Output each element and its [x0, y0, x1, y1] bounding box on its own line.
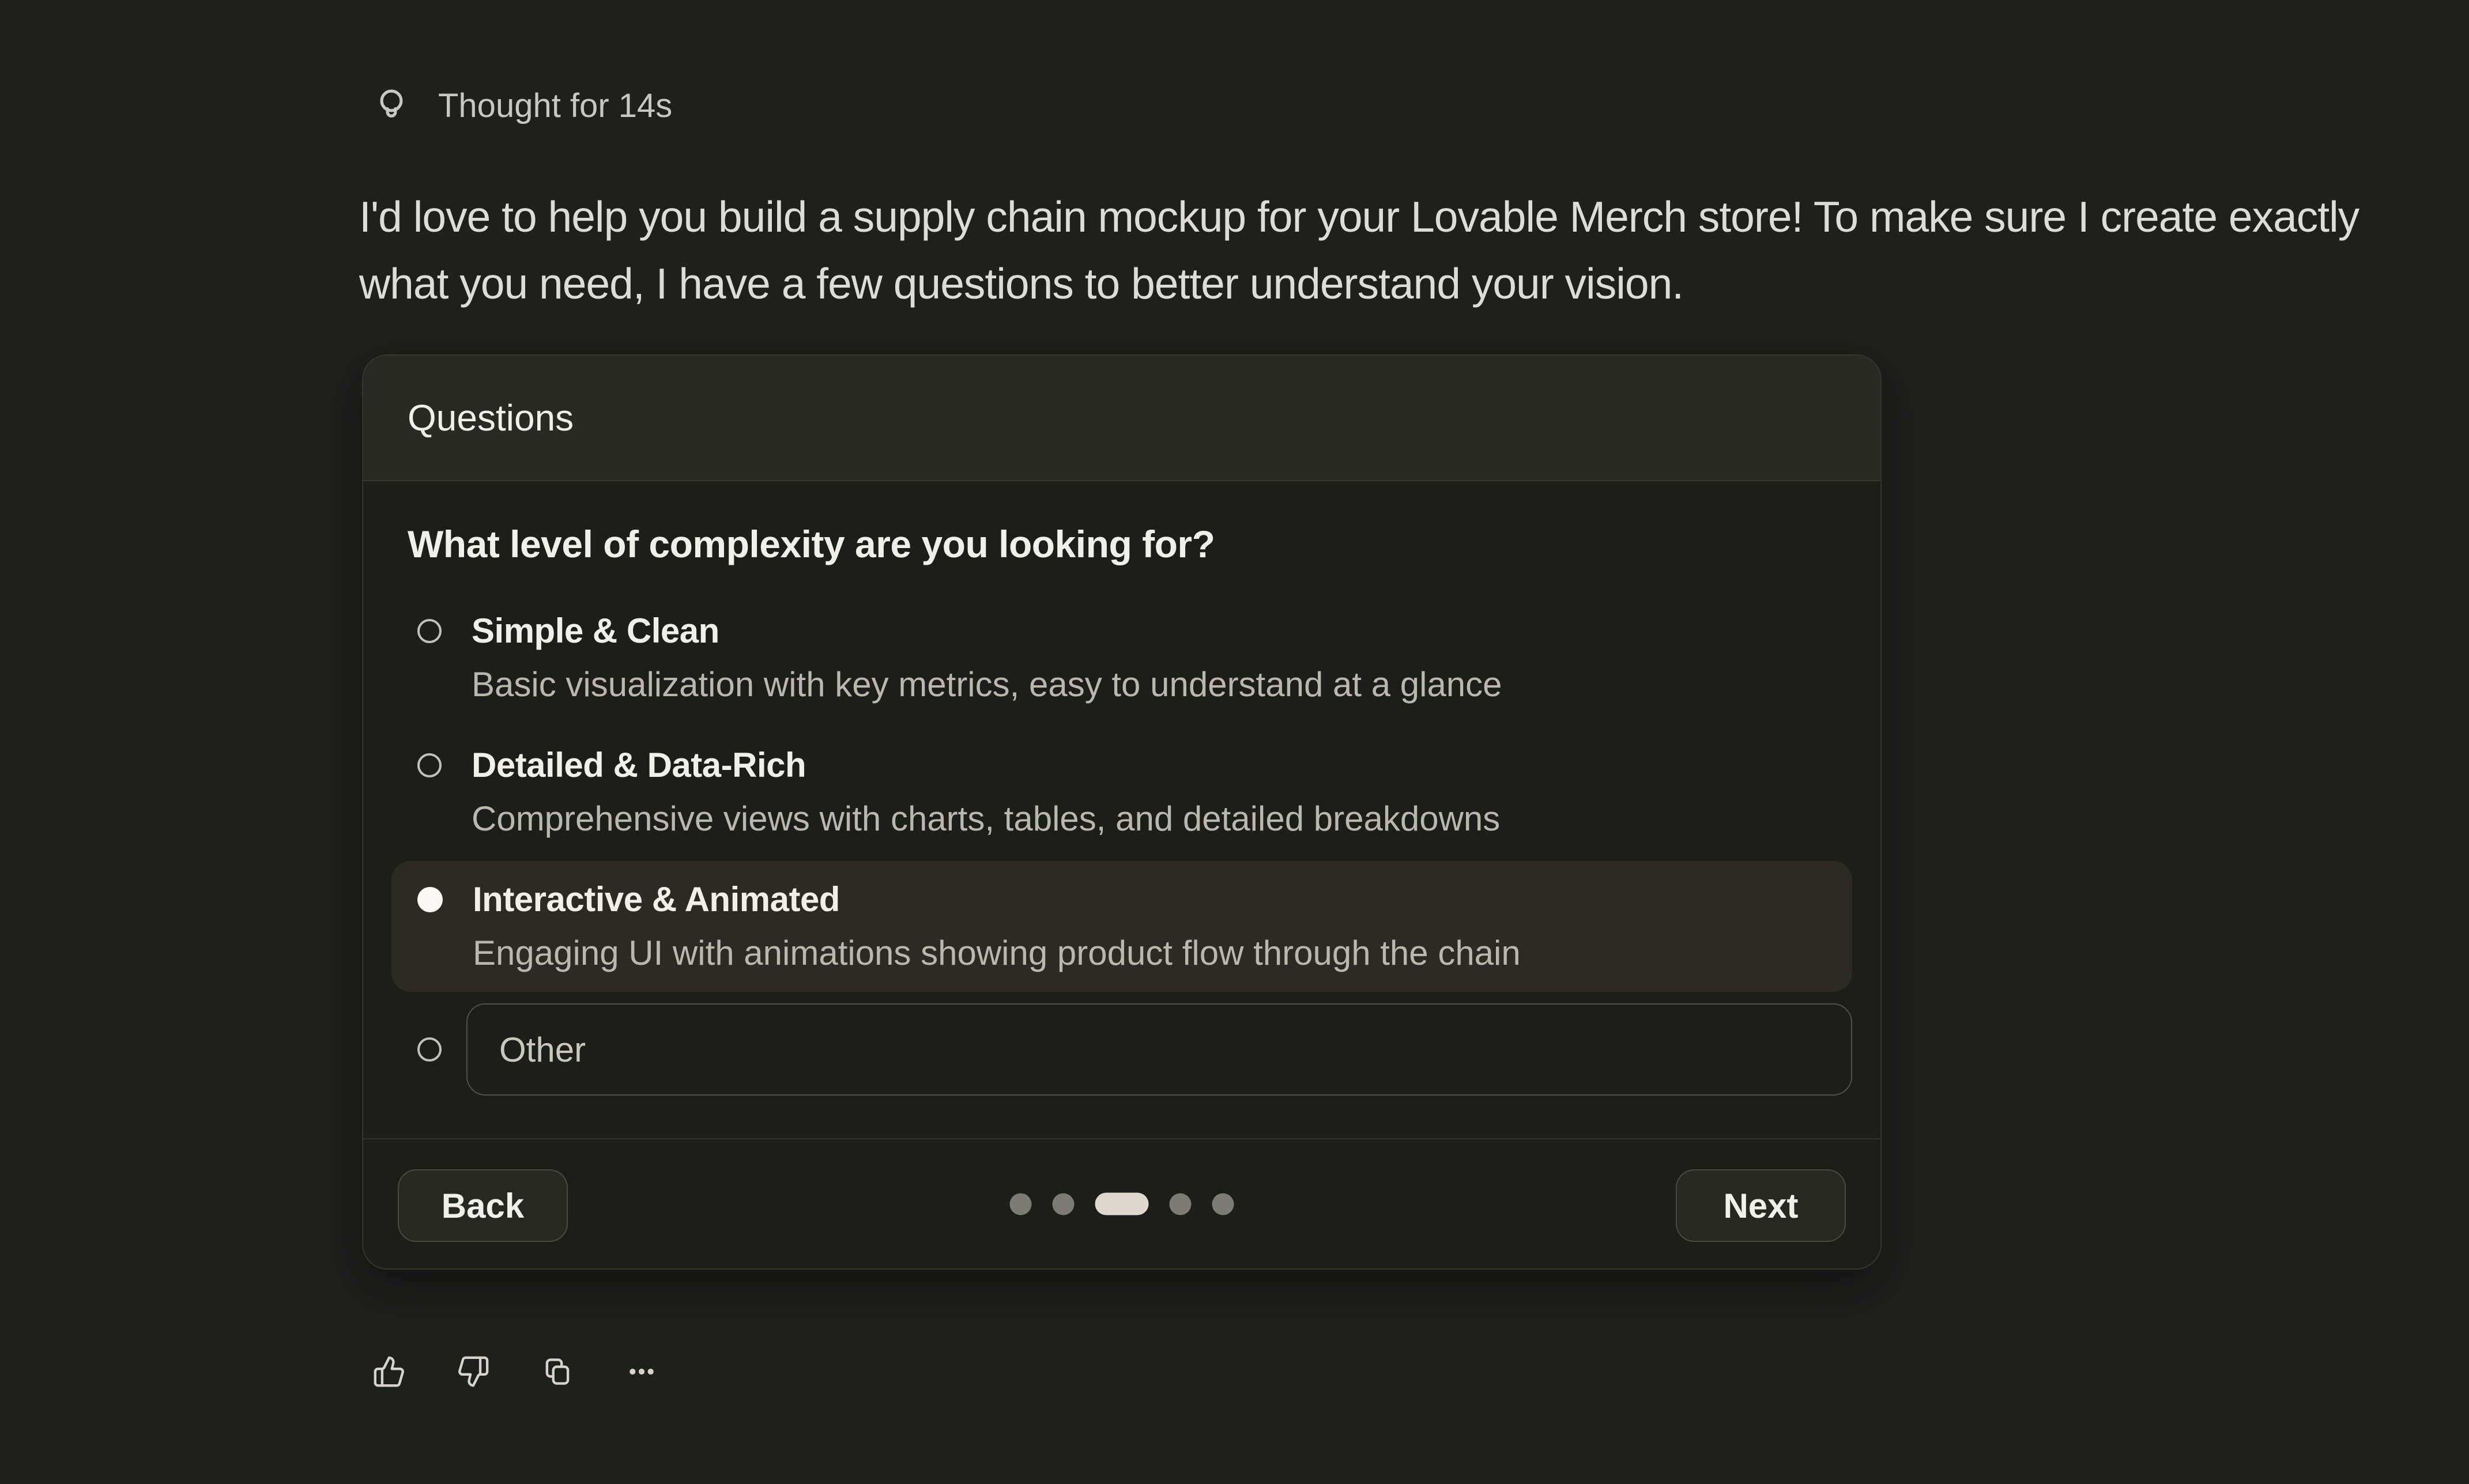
pagination-dot [1010, 1193, 1032, 1215]
thumbs-down-icon[interactable] [457, 1355, 490, 1388]
option-description: Comprehensive views with charts, tables,… [472, 799, 1500, 839]
message-actions [372, 1355, 2469, 1388]
option-detailed-data-rich[interactable]: Detailed & Data-Rich Comprehensive views… [391, 727, 1852, 858]
next-button[interactable]: Next [1676, 1169, 1846, 1242]
pagination-dot [1212, 1193, 1234, 1215]
radio-unselected-icon[interactable] [417, 753, 442, 777]
option-other[interactable] [391, 995, 1852, 1096]
back-button[interactable]: Back [398, 1169, 568, 1242]
thought-label: Thought for 14s [438, 84, 672, 129]
pagination-dot [1053, 1193, 1075, 1215]
chat-page: Thought for 14s I'd love to help you bui… [0, 0, 2469, 1484]
pagination-dot-active [1095, 1193, 1149, 1215]
option-description: Basic visualization with key metrics, ea… [472, 664, 1502, 705]
more-options-icon[interactable] [625, 1355, 658, 1388]
option-label: Detailed & Data-Rich [472, 745, 1500, 786]
questions-card: Questions What level of complexity are y… [362, 354, 1882, 1270]
thought-summary[interactable]: Thought for 14s [369, 84, 2469, 129]
option-description: Engaging UI with animations showing prod… [473, 933, 1521, 973]
questions-card-header: Questions [363, 356, 1880, 481]
option-label: Interactive & Animated [473, 879, 1521, 920]
radio-selected-icon[interactable] [417, 887, 443, 912]
radio-unselected-icon[interactable] [417, 1037, 442, 1062]
option-simple-clean[interactable]: Simple & Clean Basic visualization with … [391, 592, 1852, 723]
questions-card-footer: Back Next [363, 1138, 1880, 1268]
radio-unselected-icon[interactable] [417, 619, 442, 643]
questions-card-body: What level of complexity are you looking… [363, 481, 1880, 1138]
pagination-dots [1010, 1193, 1234, 1215]
assistant-message: I'd love to help you build a supply chai… [359, 183, 2446, 317]
copy-icon[interactable] [541, 1355, 574, 1388]
card-title: Questions [408, 397, 574, 439]
other-option-input[interactable] [466, 1003, 1852, 1096]
lightbulb-icon [369, 84, 414, 129]
pagination-dot [1170, 1193, 1192, 1215]
question-text: What level of complexity are you looking… [408, 522, 1836, 566]
option-label: Simple & Clean [472, 611, 1502, 651]
thumbs-up-icon[interactable] [372, 1355, 406, 1388]
option-interactive-animated[interactable]: Interactive & Animated Engaging UI with … [391, 861, 1852, 992]
options-list: Simple & Clean Basic visualization with … [363, 592, 1880, 1096]
